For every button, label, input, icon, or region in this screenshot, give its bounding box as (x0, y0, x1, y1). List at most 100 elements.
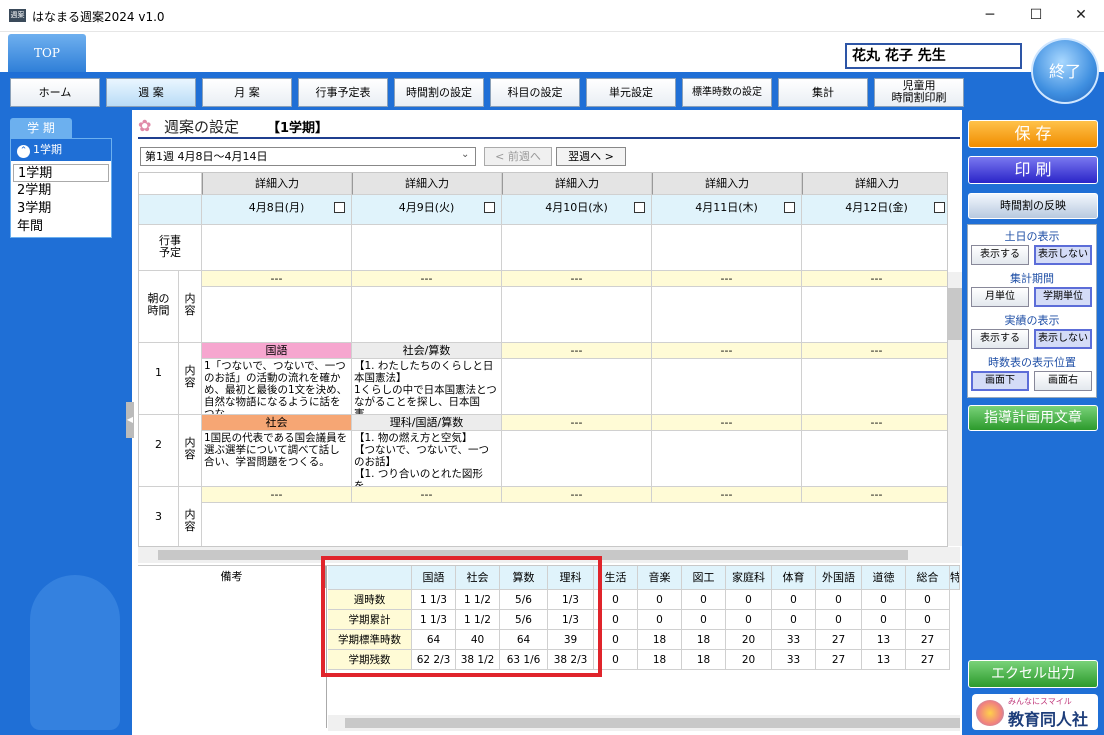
date-header-tue: 4月9日(火) (352, 195, 502, 225)
summary-cell: 33 (772, 650, 816, 670)
date-checkbox[interactable] (934, 202, 945, 213)
summary-cell: 0 (816, 610, 862, 630)
period3-tue-subject[interactable]: --- (352, 487, 502, 503)
period3-fri-subject[interactable]: --- (802, 487, 947, 503)
next-week-button[interactable]: 翌週へ > (556, 147, 626, 166)
period3-mon-subject[interactable]: --- (202, 487, 352, 503)
row-label-content: 内 容 (179, 343, 202, 415)
period2-fri-subject[interactable]: --- (802, 415, 947, 431)
events-cell[interactable] (652, 225, 802, 271)
top-tab[interactable]: TOP (8, 34, 86, 72)
weekend-hide-button[interactable]: 表示しない (1034, 245, 1092, 265)
period2-thu-content[interactable] (652, 431, 802, 487)
term-selected[interactable]: ⌃ 1学期 (11, 139, 111, 161)
period-term-button[interactable]: 学期単位 (1034, 287, 1092, 307)
maximize-button[interactable]: ☐ (1013, 0, 1059, 32)
detail-input-wed[interactable]: 詳細入力 (502, 173, 652, 195)
excel-export-button[interactable]: エクセル出力 (968, 660, 1098, 688)
grid-vertical-scroll-thumb[interactable] (948, 288, 962, 340)
summary-horizontal-scroll-thumb[interactable] (345, 718, 960, 728)
nav-event-schedule[interactable]: 行事予定表 (298, 78, 388, 107)
nav-totals[interactable]: 集計 (778, 78, 868, 107)
term-item-1[interactable]: 1学期 (13, 164, 109, 182)
period1-fri-subject[interactable]: --- (802, 343, 947, 359)
nav-student-timetable-print[interactable]: 児童用 時間割印刷 (874, 78, 964, 107)
period2-thu-subject[interactable]: --- (652, 415, 802, 431)
remarks-field[interactable] (140, 589, 325, 727)
weekend-display-label: 土日の表示 (1004, 230, 1060, 243)
print-button[interactable]: 印 刷 (968, 156, 1098, 184)
apply-timetable-button[interactable]: 時間割の反映 (968, 193, 1098, 219)
position-bottom-button[interactable]: 画面下 (971, 371, 1029, 391)
period1-tue-content[interactable]: 【1. わたしたちのくらしと日本国憲法】 1くらしの中で日本国憲法とつながること… (352, 359, 502, 415)
detail-input-thu[interactable]: 詳細入力 (652, 173, 802, 195)
detail-input-tue[interactable]: 詳細入力 (352, 173, 502, 195)
morning-content[interactable] (652, 287, 802, 343)
guidance-text-button[interactable]: 指導計画用文章 (968, 405, 1098, 431)
nav-home[interactable]: ホーム (10, 78, 100, 107)
weekend-show-button[interactable]: 表示する (971, 245, 1029, 265)
period1-mon-content[interactable]: 1「つないで、つないで、一つのお話」の活動の流れを確かめ、最初と最後の1文を決め… (202, 359, 352, 415)
nav-monthly-plan[interactable]: 月 案 (202, 78, 292, 107)
period2-fri-content[interactable] (802, 431, 947, 487)
term-item-2[interactable]: 2学期 (13, 182, 109, 200)
morning-content[interactable] (202, 287, 352, 343)
period1-thu-content[interactable] (652, 359, 802, 415)
position-right-button[interactable]: 画面右 (1034, 371, 1092, 391)
date-checkbox[interactable] (484, 202, 495, 213)
nav-unit-settings[interactable]: 単元設定 (586, 78, 676, 107)
period1-mon-subject[interactable]: 国語 (202, 343, 352, 359)
actual-show-button[interactable]: 表示する (971, 329, 1029, 349)
period-month-button[interactable]: 月単位 (971, 287, 1029, 307)
period1-wed-content[interactable] (502, 359, 652, 415)
period2-tue-content[interactable]: 【1. 物の燃え方と空気】 【つないで、つないで、一つのお話】 【1. つり合い… (352, 431, 502, 487)
period2-tue-subject[interactable]: 理科/国語/算数 (352, 415, 502, 431)
nav-weekly-plan[interactable]: 週 案 (106, 78, 196, 107)
term-item-3[interactable]: 3学期 (13, 200, 109, 218)
period3-wed-subject[interactable]: --- (502, 487, 652, 503)
events-cell[interactable] (502, 225, 652, 271)
panel-splitter[interactable]: ◀ (126, 402, 134, 438)
period1-fri-content[interactable] (802, 359, 947, 415)
period2-mon-content[interactable]: 1国民の代表である国会議員を選ぶ選挙について調べて話し合い、学習問題をつくる。 (202, 431, 352, 487)
minimize-button[interactable]: ─ (967, 0, 1013, 32)
date-checkbox[interactable] (784, 202, 795, 213)
period1-thu-subject[interactable]: --- (652, 343, 802, 359)
close-button[interactable]: ✕ (1058, 0, 1104, 32)
prev-week-button[interactable]: < 前週へ (484, 147, 552, 166)
date-checkbox[interactable] (634, 202, 645, 213)
morning-subject[interactable]: --- (352, 271, 502, 287)
date-checkbox[interactable] (334, 202, 345, 213)
summary-col-header: 特 (950, 566, 960, 590)
events-cell[interactable] (352, 225, 502, 271)
period2-wed-subject[interactable]: --- (502, 415, 652, 431)
term-header: 学 期 (10, 118, 72, 138)
morning-subject[interactable]: --- (502, 271, 652, 287)
period1-tue-subject[interactable]: 社会/算数 (352, 343, 502, 359)
save-button[interactable]: 保 存 (968, 120, 1098, 148)
morning-subject[interactable]: --- (802, 271, 947, 287)
exit-button[interactable]: 終了 (1031, 38, 1099, 104)
morning-subject[interactable]: --- (652, 271, 802, 287)
chevron-up-icon: ⌃ (17, 145, 30, 158)
events-cell[interactable] (202, 225, 352, 271)
week-select[interactable]: 第1週 4月8日〜4月14日 (140, 147, 476, 166)
morning-content[interactable] (802, 287, 947, 343)
morning-content[interactable] (352, 287, 502, 343)
period3-thu-subject[interactable]: --- (652, 487, 802, 503)
term-item-year[interactable]: 年間 (13, 218, 109, 236)
morning-subject[interactable]: --- (202, 271, 352, 287)
period2-wed-content[interactable] (502, 431, 652, 487)
nav-subject-settings[interactable]: 科目の設定 (490, 78, 580, 107)
period2-mon-subject[interactable]: 社会 (202, 415, 352, 431)
nav-timetable-settings[interactable]: 時間割の設定 (394, 78, 484, 107)
events-cell[interactable] (802, 225, 947, 271)
morning-content[interactable] (502, 287, 652, 343)
row-label-period-3: 3 (139, 487, 179, 546)
detail-input-fri[interactable]: 詳細入力 (802, 173, 947, 195)
detail-input-mon[interactable]: 詳細入力 (202, 173, 352, 195)
nav-standard-hours[interactable]: 標準時数の設定 (682, 78, 772, 107)
actual-hide-button[interactable]: 表示しない (1034, 329, 1092, 349)
period-label: 集計期間 (1010, 272, 1054, 285)
period1-wed-subject[interactable]: --- (502, 343, 652, 359)
